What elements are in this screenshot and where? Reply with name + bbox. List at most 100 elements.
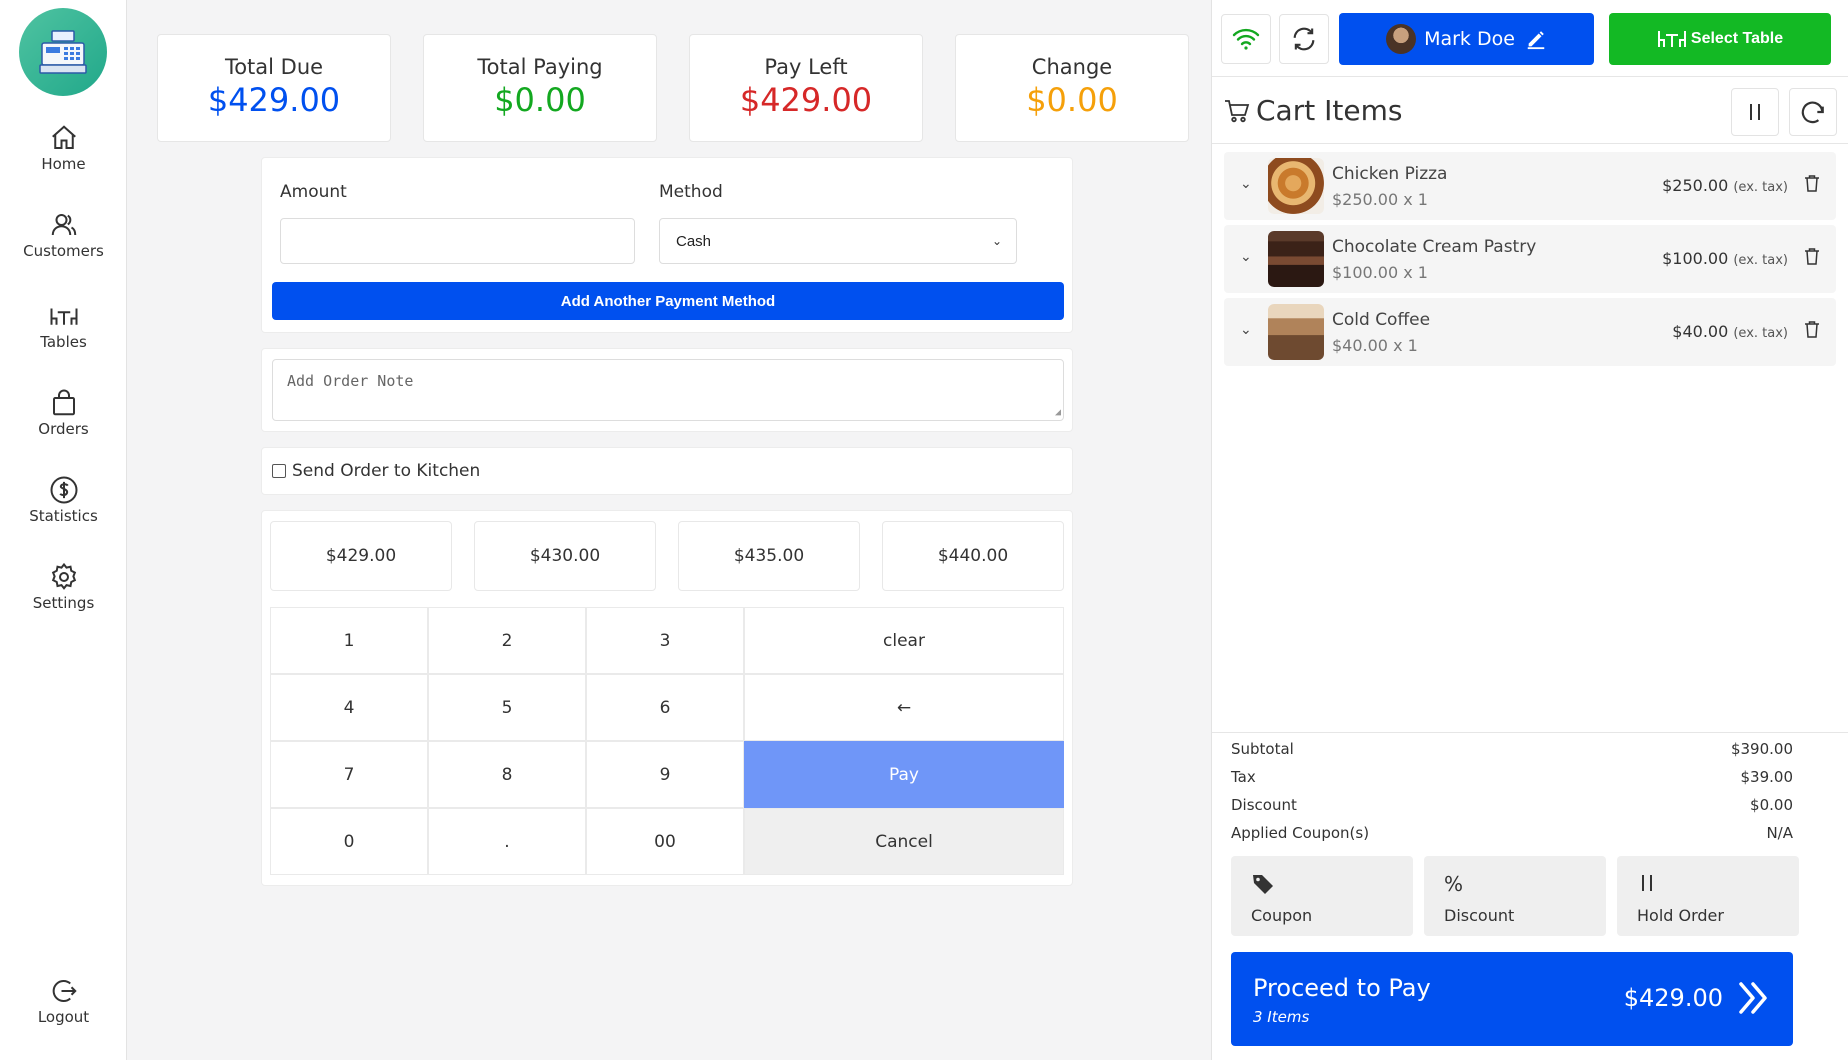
cash-register-icon <box>39 30 87 74</box>
home-icon <box>51 125 76 149</box>
cart-item[interactable]: ⌄ Chicken Pizza $250.00 x 1 $250.00 (ex.… <box>1224 152 1836 220</box>
cart-item-qty: $40.00 x 1 <box>1332 336 1418 355</box>
tax-note: (ex. tax) <box>1733 253 1788 268</box>
cart-icon <box>1225 99 1250 122</box>
sidebar-item-label: Customers <box>23 242 104 260</box>
quick-amount-button[interactable]: $440.00 <box>882 521 1064 591</box>
pay-left-label: Pay Left <box>764 55 848 79</box>
sidebar-item-orders[interactable]: Orders <box>0 388 127 438</box>
tax-note: (ex. tax) <box>1733 180 1788 195</box>
user-button[interactable]: Mark Doe <box>1339 13 1594 65</box>
dollar-icon <box>50 476 77 504</box>
cart-item[interactable]: ⌄ Cold Coffee $40.00 x 1 $40.00 (ex. tax… <box>1224 298 1836 366</box>
logout-button[interactable]: Logout <box>0 976 127 1026</box>
divider <box>1212 76 1848 77</box>
wifi-button[interactable] <box>1221 14 1271 64</box>
coupon-button[interactable]: Coupon <box>1231 856 1413 936</box>
pause-icon <box>1642 875 1652 891</box>
chocolate-pastry-image <box>1268 231 1324 287</box>
order-note-panel: Add Order Note ◢ <box>261 348 1073 432</box>
sidebar-item-tables[interactable]: Tables <box>0 301 127 351</box>
coupon-label: Coupon <box>1251 906 1313 925</box>
method-select[interactable]: Cash ⌄ <box>659 218 1017 264</box>
keypad-panel: $429.00 $430.00 $435.00 $440.00 1 2 3 cl… <box>261 510 1073 886</box>
order-note-textarea[interactable]: Add Order Note ◢ <box>272 359 1064 421</box>
chevron-down-icon[interactable]: ⌄ <box>1240 249 1252 265</box>
keypad-pay-key[interactable]: Pay <box>744 741 1064 808</box>
keypad-key-9[interactable]: 9 <box>586 741 744 808</box>
keypad-key-4[interactable]: 4 <box>270 674 428 741</box>
cart-item-price-value: $40.00 <box>1672 322 1729 341</box>
keypad-key-2[interactable]: 2 <box>428 607 586 674</box>
coupons-row: Applied Coupon(s) N/A <box>1231 824 1793 842</box>
kitchen-panel: Send Order to Kitchen <box>261 447 1073 495</box>
keypad-key-6[interactable]: 6 <box>586 674 744 741</box>
keypad-key-5[interactable]: 5 <box>428 674 586 741</box>
cart-item[interactable]: ⌄ Chocolate Cream Pastry $100.00 x 1 $10… <box>1224 225 1836 293</box>
cart-item-qty: $100.00 x 1 <box>1332 263 1428 282</box>
trash-icon[interactable] <box>1804 320 1820 338</box>
sidebar-item-settings[interactable]: Settings <box>0 562 127 612</box>
sidebar-item-home[interactable]: Home <box>0 123 127 173</box>
method-selected-value: Cash <box>676 232 712 250</box>
chicken-pizza-image <box>1268 158 1324 214</box>
sync-button[interactable] <box>1279 14 1329 64</box>
reset-cart-button[interactable] <box>1789 88 1837 136</box>
hold-order-button[interactable]: Hold Order <box>1617 856 1799 936</box>
trash-icon[interactable] <box>1804 174 1820 192</box>
gear-icon <box>51 562 76 590</box>
cold-coffee-image <box>1268 304 1324 360</box>
tax-label: Tax <box>1231 768 1256 786</box>
subtotal-value: $390.00 <box>1730 740 1793 758</box>
keypad-key-3[interactable]: 3 <box>586 607 744 674</box>
sidebar-item-statistics[interactable]: Statistics <box>0 475 127 525</box>
pause-button[interactable] <box>1731 88 1779 136</box>
quick-amount-button[interactable]: $430.00 <box>474 521 656 591</box>
keypad-cancel-key[interactable]: Cancel <box>744 808 1064 875</box>
total-due-value: $429.00 <box>207 81 341 119</box>
send-to-kitchen-label[interactable]: Send Order to Kitchen <box>292 461 480 481</box>
coupons-label: Applied Coupon(s) <box>1231 824 1370 842</box>
keypad-backspace-key[interactable]: ← <box>744 674 1064 741</box>
trash-icon[interactable] <box>1804 247 1820 265</box>
sidebar: Home Customers Tables Orders Statistics … <box>0 0 127 1060</box>
proceed-label: Proceed to Pay <box>1253 974 1431 1002</box>
keypad-clear-key[interactable]: clear <box>744 607 1064 674</box>
keypad-key-00[interactable]: 00 <box>586 808 744 875</box>
amount-input[interactable] <box>280 218 635 264</box>
discount-button[interactable]: % Discount <box>1424 856 1606 936</box>
keypad-key-0[interactable]: 0 <box>270 808 428 875</box>
cart-item-price-value: $100.00 <box>1662 249 1729 268</box>
keypad-key-1[interactable]: 1 <box>270 607 428 674</box>
edit-icon <box>1527 31 1545 50</box>
divider <box>1212 143 1848 144</box>
tax-value: $39.00 <box>1740 768 1794 786</box>
chevron-down-icon[interactable]: ⌄ <box>1240 176 1252 192</box>
proceed-items-count: 3 Items <box>1253 1008 1310 1026</box>
cart-item-name: Chocolate Cream Pastry <box>1332 237 1537 257</box>
quick-amount-button[interactable]: $429.00 <box>270 521 452 591</box>
refresh-icon <box>1293 27 1315 51</box>
cart-item-name: Chicken Pizza <box>1332 164 1448 184</box>
add-payment-method-button[interactable]: Add Another Payment Method <box>272 282 1064 320</box>
chevron-down-icon[interactable]: ⌄ <box>1240 322 1252 338</box>
send-to-kitchen-checkbox[interactable] <box>272 464 286 478</box>
resize-grip-icon[interactable]: ◢ <box>1055 407 1061 418</box>
payment-main: Total Due $429.00 Total Paying $0.00 Pay… <box>127 0 1211 1060</box>
cart-item-name: Cold Coffee <box>1332 310 1431 330</box>
wifi-icon <box>1232 28 1260 50</box>
user-name: Mark Doe <box>1424 28 1515 50</box>
sidebar-item-customers[interactable]: Customers <box>0 210 127 260</box>
select-table-button[interactable]: Select Table <box>1609 13 1831 65</box>
sidebar-item-label: Tables <box>40 333 87 351</box>
sidebar-item-label: Settings <box>32 594 95 612</box>
quick-amount-button[interactable]: $435.00 <box>678 521 860 591</box>
keypad-key-dot[interactable]: . <box>428 808 586 875</box>
keypad-key-7[interactable]: 7 <box>270 741 428 808</box>
change-value: $0.00 <box>1026 81 1118 119</box>
total-paying-card: Total Paying $0.00 <box>423 34 657 142</box>
proceed-to-pay-button[interactable]: Proceed to Pay 3 Items $429.00 <box>1231 952 1793 1046</box>
keypad-key-8[interactable]: 8 <box>428 741 586 808</box>
percent-icon: % <box>1444 872 1464 896</box>
hold-order-label: Hold Order <box>1637 906 1724 925</box>
